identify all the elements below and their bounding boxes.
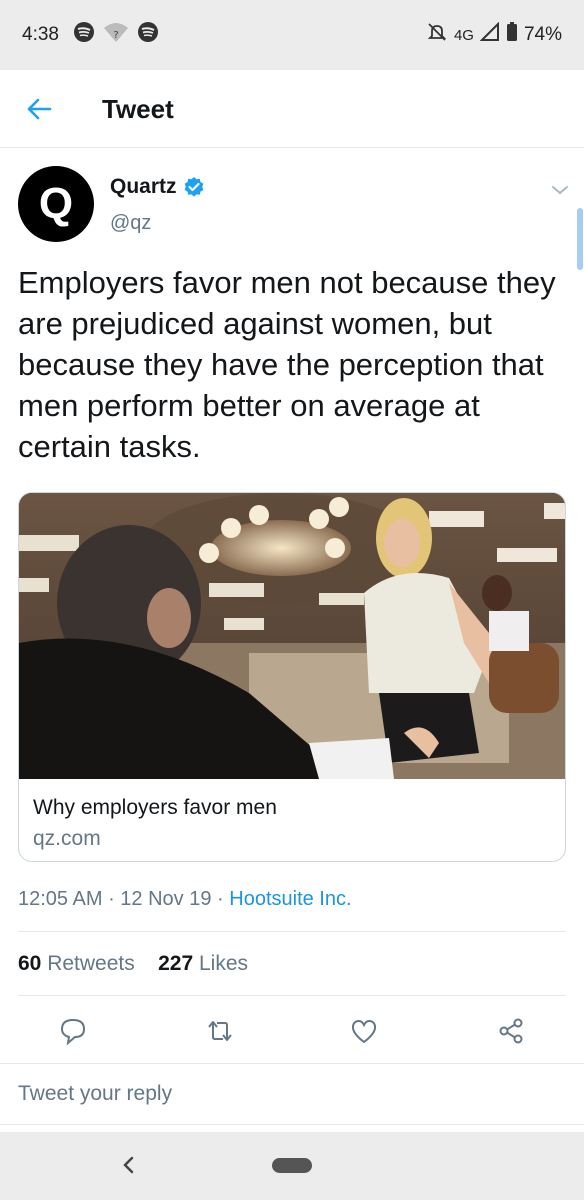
divider	[18, 995, 566, 996]
likes-label: Likes	[198, 952, 249, 975]
tweet-text: Employers favor men not because they are…	[18, 265, 556, 464]
status-right: 4G 74%	[426, 21, 562, 49]
system-nav-bar	[0, 1132, 584, 1200]
back-button[interactable]	[24, 94, 54, 124]
nav-back-button[interactable]	[114, 1150, 142, 1180]
retweets-stat[interactable]: 60 Retweets	[18, 952, 135, 975]
battery-icon	[506, 22, 518, 48]
author-handle: @qz	[110, 212, 152, 234]
app-bar: Tweet	[0, 70, 584, 148]
retweets-count: 60	[18, 952, 42, 975]
card-image	[19, 493, 565, 779]
meta-separator: ·	[217, 888, 230, 910]
likes-count: 227	[158, 952, 194, 975]
heart-icon	[351, 1019, 377, 1044]
tweet-actions	[0, 1006, 584, 1056]
tweet-stats: 60 Retweets 227 Likes	[18, 952, 248, 976]
svg-text:?: ?	[113, 30, 118, 41]
page-title: Tweet	[102, 94, 174, 124]
status-time: 4:38	[22, 24, 59, 45]
author-name-row[interactable]: Quartz	[110, 175, 205, 199]
status-bar: 4:38 ? 4G 74%	[0, 0, 584, 70]
spotify-icon	[137, 21, 159, 49]
more-options-button[interactable]	[548, 178, 572, 202]
avatar[interactable]: Q	[18, 166, 94, 242]
chevron-left-icon	[123, 1156, 134, 1174]
wifi-icon: ?	[103, 21, 129, 49]
battery-percent: 74%	[523, 24, 562, 45]
tweet-source-link[interactable]: Hootsuite Inc.	[229, 888, 351, 910]
tweet-header: Q Quartz @qz	[0, 148, 584, 258]
arrow-left-icon	[27, 98, 52, 120]
nav-home-button[interactable]	[272, 1158, 312, 1173]
share-button[interactable]	[494, 1014, 528, 1048]
share-icon	[499, 1018, 523, 1044]
signal-icon	[479, 21, 500, 48]
author-name: Quartz	[110, 175, 177, 198]
reply-icon	[60, 1018, 86, 1045]
verified-badge-icon	[184, 177, 203, 197]
reply-input[interactable]	[18, 1078, 558, 1110]
retweet-icon	[208, 1021, 232, 1041]
card-title: Why employers favor men	[33, 796, 277, 819]
retweets-label: Retweets	[47, 952, 135, 975]
like-button[interactable]	[347, 1014, 381, 1048]
spotify-icon	[73, 21, 95, 49]
chevron-down-icon	[552, 186, 568, 195]
status-left: 4:38 ?	[22, 21, 159, 49]
tweet-time: 12:05 AM	[18, 888, 103, 910]
reply-bar	[0, 1063, 584, 1125]
network-label: 4G	[453, 26, 474, 44]
meta-separator: ·	[108, 888, 121, 910]
divider	[18, 931, 566, 932]
scroll-indicator[interactable]	[577, 208, 583, 270]
likes-stat[interactable]: 227 Likes	[158, 952, 248, 975]
link-card[interactable]: Why employers favor men qz.com	[18, 492, 566, 862]
tweet-date: 12 Nov 19	[120, 888, 212, 910]
retweet-button[interactable]	[203, 1014, 237, 1048]
card-domain: qz.com	[33, 827, 101, 850]
mute-icon	[426, 21, 448, 49]
reply-button[interactable]	[56, 1014, 90, 1048]
tweet-meta: 12:05 AM · 12 Nov 19 · Hootsuite Inc.	[18, 888, 352, 911]
